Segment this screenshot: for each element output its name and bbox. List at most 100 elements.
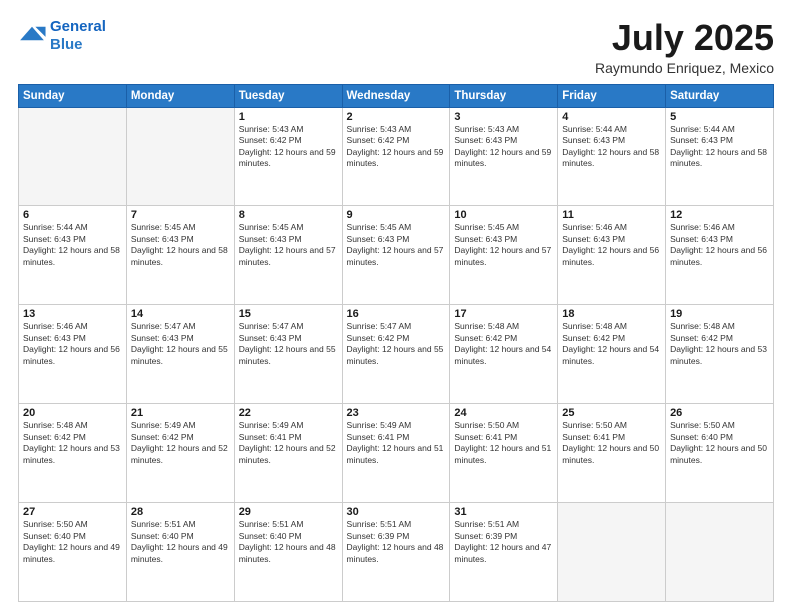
day-info: Sunrise: 5:44 AM Sunset: 6:43 PM Dayligh… xyxy=(562,124,661,170)
day-number: 13 xyxy=(23,308,122,320)
calendar-week-row: 6Sunrise: 5:44 AM Sunset: 6:43 PM Daylig… xyxy=(19,206,774,305)
day-number: 16 xyxy=(347,308,446,320)
day-info: Sunrise: 5:51 AM Sunset: 6:40 PM Dayligh… xyxy=(239,519,338,565)
day-info: Sunrise: 5:49 AM Sunset: 6:41 PM Dayligh… xyxy=(239,420,338,466)
table-row: 29Sunrise: 5:51 AM Sunset: 6:40 PM Dayli… xyxy=(234,503,342,602)
table-row: 19Sunrise: 5:48 AM Sunset: 6:42 PM Dayli… xyxy=(666,305,774,404)
table-row: 8Sunrise: 5:45 AM Sunset: 6:43 PM Daylig… xyxy=(234,206,342,305)
col-friday: Friday xyxy=(558,84,666,107)
calendar-header-row: Sunday Monday Tuesday Wednesday Thursday… xyxy=(19,84,774,107)
table-row: 4Sunrise: 5:44 AM Sunset: 6:43 PM Daylig… xyxy=(558,107,666,206)
day-info: Sunrise: 5:49 AM Sunset: 6:42 PM Dayligh… xyxy=(131,420,230,466)
day-info: Sunrise: 5:45 AM Sunset: 6:43 PM Dayligh… xyxy=(131,222,230,268)
table-row: 30Sunrise: 5:51 AM Sunset: 6:39 PM Dayli… xyxy=(342,503,450,602)
table-row xyxy=(19,107,127,206)
table-row: 1Sunrise: 5:43 AM Sunset: 6:42 PM Daylig… xyxy=(234,107,342,206)
calendar-table: Sunday Monday Tuesday Wednesday Thursday… xyxy=(18,84,774,602)
day-number: 24 xyxy=(454,407,553,419)
day-info: Sunrise: 5:45 AM Sunset: 6:43 PM Dayligh… xyxy=(454,222,553,268)
table-row: 2Sunrise: 5:43 AM Sunset: 6:42 PM Daylig… xyxy=(342,107,450,206)
day-info: Sunrise: 5:51 AM Sunset: 6:39 PM Dayligh… xyxy=(454,519,553,565)
table-row: 7Sunrise: 5:45 AM Sunset: 6:43 PM Daylig… xyxy=(126,206,234,305)
table-row: 27Sunrise: 5:50 AM Sunset: 6:40 PM Dayli… xyxy=(19,503,127,602)
table-row: 21Sunrise: 5:49 AM Sunset: 6:42 PM Dayli… xyxy=(126,404,234,503)
day-info: Sunrise: 5:47 AM Sunset: 6:43 PM Dayligh… xyxy=(131,321,230,367)
day-info: Sunrise: 5:47 AM Sunset: 6:43 PM Dayligh… xyxy=(239,321,338,367)
table-row: 16Sunrise: 5:47 AM Sunset: 6:42 PM Dayli… xyxy=(342,305,450,404)
day-number: 15 xyxy=(239,308,338,320)
col-monday: Monday xyxy=(126,84,234,107)
calendar-week-row: 13Sunrise: 5:46 AM Sunset: 6:43 PM Dayli… xyxy=(19,305,774,404)
day-number: 1 xyxy=(239,111,338,123)
title-area: July 2025 Raymundo Enriquez, Mexico xyxy=(595,18,774,76)
calendar-week-row: 20Sunrise: 5:48 AM Sunset: 6:42 PM Dayli… xyxy=(19,404,774,503)
day-info: Sunrise: 5:50 AM Sunset: 6:41 PM Dayligh… xyxy=(454,420,553,466)
col-tuesday: Tuesday xyxy=(234,84,342,107)
day-info: Sunrise: 5:43 AM Sunset: 6:43 PM Dayligh… xyxy=(454,124,553,170)
day-info: Sunrise: 5:48 AM Sunset: 6:42 PM Dayligh… xyxy=(670,321,769,367)
day-number: 11 xyxy=(562,209,661,221)
day-info: Sunrise: 5:45 AM Sunset: 6:43 PM Dayligh… xyxy=(239,222,338,268)
day-info: Sunrise: 5:49 AM Sunset: 6:41 PM Dayligh… xyxy=(347,420,446,466)
day-info: Sunrise: 5:46 AM Sunset: 6:43 PM Dayligh… xyxy=(670,222,769,268)
day-number: 7 xyxy=(131,209,230,221)
day-info: Sunrise: 5:48 AM Sunset: 6:42 PM Dayligh… xyxy=(23,420,122,466)
calendar-week-row: 27Sunrise: 5:50 AM Sunset: 6:40 PM Dayli… xyxy=(19,503,774,602)
day-number: 22 xyxy=(239,407,338,419)
day-number: 3 xyxy=(454,111,553,123)
page: General Blue July 2025 Raymundo Enriquez… xyxy=(0,0,792,612)
day-info: Sunrise: 5:51 AM Sunset: 6:40 PM Dayligh… xyxy=(131,519,230,565)
table-row xyxy=(666,503,774,602)
day-number: 6 xyxy=(23,209,122,221)
day-number: 31 xyxy=(454,506,553,518)
day-number: 19 xyxy=(670,308,769,320)
day-info: Sunrise: 5:50 AM Sunset: 6:40 PM Dayligh… xyxy=(670,420,769,466)
col-saturday: Saturday xyxy=(666,84,774,107)
table-row: 23Sunrise: 5:49 AM Sunset: 6:41 PM Dayli… xyxy=(342,404,450,503)
table-row: 3Sunrise: 5:43 AM Sunset: 6:43 PM Daylig… xyxy=(450,107,558,206)
day-number: 14 xyxy=(131,308,230,320)
day-info: Sunrise: 5:47 AM Sunset: 6:42 PM Dayligh… xyxy=(347,321,446,367)
table-row: 24Sunrise: 5:50 AM Sunset: 6:41 PM Dayli… xyxy=(450,404,558,503)
day-info: Sunrise: 5:46 AM Sunset: 6:43 PM Dayligh… xyxy=(562,222,661,268)
day-info: Sunrise: 5:48 AM Sunset: 6:42 PM Dayligh… xyxy=(454,321,553,367)
table-row: 17Sunrise: 5:48 AM Sunset: 6:42 PM Dayli… xyxy=(450,305,558,404)
table-row: 14Sunrise: 5:47 AM Sunset: 6:43 PM Dayli… xyxy=(126,305,234,404)
day-number: 30 xyxy=(347,506,446,518)
day-number: 8 xyxy=(239,209,338,221)
day-info: Sunrise: 5:51 AM Sunset: 6:39 PM Dayligh… xyxy=(347,519,446,565)
day-info: Sunrise: 5:50 AM Sunset: 6:41 PM Dayligh… xyxy=(562,420,661,466)
day-number: 4 xyxy=(562,111,661,123)
day-number: 25 xyxy=(562,407,661,419)
day-info: Sunrise: 5:50 AM Sunset: 6:40 PM Dayligh… xyxy=(23,519,122,565)
day-number: 20 xyxy=(23,407,122,419)
day-info: Sunrise: 5:43 AM Sunset: 6:42 PM Dayligh… xyxy=(347,124,446,170)
day-info: Sunrise: 5:46 AM Sunset: 6:43 PM Dayligh… xyxy=(23,321,122,367)
logo-line2: Blue xyxy=(50,36,83,53)
location: Raymundo Enriquez, Mexico xyxy=(595,60,774,76)
day-info: Sunrise: 5:44 AM Sunset: 6:43 PM Dayligh… xyxy=(670,124,769,170)
logo-line1: General xyxy=(50,18,106,35)
col-thursday: Thursday xyxy=(450,84,558,107)
day-number: 21 xyxy=(131,407,230,419)
table-row: 10Sunrise: 5:45 AM Sunset: 6:43 PM Dayli… xyxy=(450,206,558,305)
day-number: 26 xyxy=(670,407,769,419)
table-row: 18Sunrise: 5:48 AM Sunset: 6:42 PM Dayli… xyxy=(558,305,666,404)
day-number: 10 xyxy=(454,209,553,221)
table-row: 31Sunrise: 5:51 AM Sunset: 6:39 PM Dayli… xyxy=(450,503,558,602)
table-row: 12Sunrise: 5:46 AM Sunset: 6:43 PM Dayli… xyxy=(666,206,774,305)
table-row: 22Sunrise: 5:49 AM Sunset: 6:41 PM Dayli… xyxy=(234,404,342,503)
table-row: 6Sunrise: 5:44 AM Sunset: 6:43 PM Daylig… xyxy=(19,206,127,305)
day-number: 28 xyxy=(131,506,230,518)
day-number: 5 xyxy=(670,111,769,123)
table-row: 9Sunrise: 5:45 AM Sunset: 6:43 PM Daylig… xyxy=(342,206,450,305)
table-row: 20Sunrise: 5:48 AM Sunset: 6:42 PM Dayli… xyxy=(19,404,127,503)
table-row: 26Sunrise: 5:50 AM Sunset: 6:40 PM Dayli… xyxy=(666,404,774,503)
day-info: Sunrise: 5:44 AM Sunset: 6:43 PM Dayligh… xyxy=(23,222,122,268)
day-number: 9 xyxy=(347,209,446,221)
col-sunday: Sunday xyxy=(19,84,127,107)
day-number: 23 xyxy=(347,407,446,419)
col-wednesday: Wednesday xyxy=(342,84,450,107)
header: General Blue July 2025 Raymundo Enriquez… xyxy=(18,18,774,76)
table-row xyxy=(558,503,666,602)
